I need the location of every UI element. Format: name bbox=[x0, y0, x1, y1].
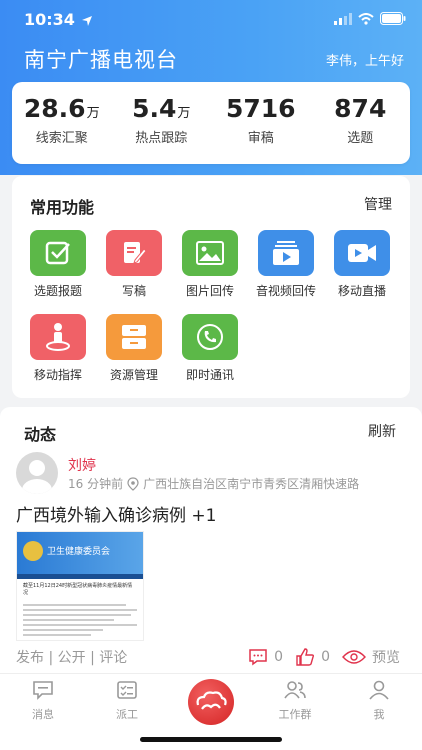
func-mobile-live[interactable]: 移动直播 bbox=[324, 230, 400, 299]
eye-icon[interactable] bbox=[342, 649, 366, 665]
location-arrow-icon bbox=[81, 15, 92, 26]
section-title: 常用功能 bbox=[30, 198, 95, 217]
video-camera-icon bbox=[334, 230, 390, 276]
app-title: 南宁广播电视台 bbox=[24, 48, 178, 72]
tab-work-group[interactable]: 工作群 bbox=[260, 680, 330, 722]
tab-dispatch[interactable]: 派工 bbox=[92, 680, 162, 722]
home-indicator bbox=[140, 737, 282, 742]
post-location: 广西壮族自治区南宁市青秀区清厢快速路 bbox=[143, 477, 360, 491]
person-pin-icon bbox=[30, 314, 86, 360]
like-icon[interactable] bbox=[295, 648, 315, 666]
func-resource-management[interactable]: 资源管理 bbox=[96, 314, 172, 383]
feed-title: 动态 bbox=[24, 425, 57, 444]
comment-icon[interactable] bbox=[248, 648, 268, 666]
group-icon bbox=[284, 681, 306, 699]
post-image[interactable]: 卫生健康委员会 截至11月12日24时新型冠状病毒肺炎疫情最新情况 bbox=[16, 531, 144, 641]
func-mobile-command[interactable]: 移动指挥 bbox=[20, 314, 96, 383]
stat-clues[interactable]: 28.6万 线索汇聚 bbox=[12, 82, 112, 164]
func-image-upload[interactable]: 图片回传 bbox=[172, 230, 248, 299]
wifi-icon bbox=[358, 12, 374, 25]
emblem-icon bbox=[23, 541, 43, 561]
like-count: 0 bbox=[321, 649, 330, 665]
checkbox-icon bbox=[30, 230, 86, 276]
image-icon bbox=[182, 230, 238, 276]
func-topic-report[interactable]: 选题报题 bbox=[20, 230, 96, 299]
comment-count: 0 bbox=[274, 649, 284, 665]
post-publish-actions[interactable]: 发布 | 公开 | 评论 bbox=[16, 647, 127, 667]
user-greeting: 李伟，上午好 bbox=[325, 54, 404, 69]
stat-label: 线索汇聚 bbox=[35, 131, 88, 146]
center-logo-button[interactable] bbox=[188, 679, 234, 725]
stat-label: 选题 bbox=[347, 131, 374, 146]
phone-icon bbox=[182, 314, 238, 360]
post-stats: 0 0 预览 bbox=[248, 647, 400, 667]
post-time: 16 分钟前 bbox=[68, 477, 124, 491]
func-av-upload[interactable]: 音视频回传 bbox=[248, 230, 324, 299]
avatar[interactable] bbox=[16, 452, 58, 494]
location-pin-icon bbox=[127, 476, 139, 491]
cloud-logo-icon bbox=[196, 691, 227, 710]
stat-topics[interactable]: 874 选题 bbox=[311, 82, 411, 164]
refresh-button[interactable]: 刷新 bbox=[368, 421, 396, 441]
func-write[interactable]: 写稿 bbox=[96, 230, 172, 299]
func-instant-messaging[interactable]: 即时通讯 bbox=[172, 314, 248, 383]
message-icon bbox=[33, 681, 53, 700]
stat-review[interactable]: 5716 审稿 bbox=[211, 82, 311, 164]
feed-card: 动态 刷新 刘婷 16 分钟前 广西壮族自治区南宁市青秀区清厢快速路 广西境外输… bbox=[0, 407, 422, 673]
stat-label: 热点跟踪 bbox=[135, 131, 188, 146]
post-author[interactable]: 刘婷 bbox=[68, 455, 96, 475]
user-icon bbox=[369, 680, 389, 700]
tab-me[interactable]: 我 bbox=[344, 680, 414, 722]
stat-label: 审稿 bbox=[247, 131, 274, 146]
cabinet-icon bbox=[106, 314, 162, 360]
stat-hotspots[interactable]: 5.4万 热点跟踪 bbox=[112, 82, 212, 164]
status-bar: 10:34 bbox=[0, 0, 422, 40]
task-list-icon bbox=[117, 681, 137, 699]
preview-button[interactable]: 预览 bbox=[372, 647, 400, 667]
status-time: 10:34 bbox=[24, 10, 93, 29]
common-functions-card: 常用功能 管理 选题报题 写稿 图片回传 音视频回传 移动直播 移动指挥 资源管… bbox=[12, 176, 410, 398]
manage-button[interactable]: 管理 bbox=[364, 194, 392, 214]
stats-card: 28.6万 线索汇聚 5.4万 热点跟踪 5716 审稿 874 选题 bbox=[12, 82, 410, 164]
signal-icon bbox=[334, 12, 352, 25]
battery-icon bbox=[380, 12, 406, 25]
tab-messages[interactable]: 消息 bbox=[8, 680, 78, 722]
post-text[interactable]: 广西境外输入确诊病例 +1 bbox=[16, 501, 216, 526]
media-stack-icon bbox=[258, 230, 314, 276]
image-banner: 卫生健康委员会 bbox=[17, 532, 143, 574]
edit-icon bbox=[106, 230, 162, 276]
post-meta: 16 分钟前 广西壮族自治区南宁市青秀区清厢快速路 bbox=[68, 475, 359, 492]
